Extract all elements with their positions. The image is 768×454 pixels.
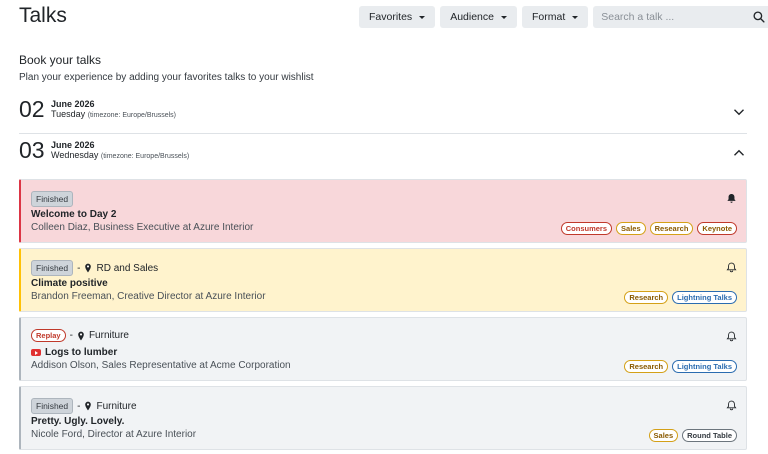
- talk-card-pretty-ugly[interactable]: Finished - Furniture Pretty. Ugly. Lovel…: [19, 386, 747, 450]
- favorites-label: Favorites: [369, 11, 413, 23]
- audience-label: Audience: [450, 11, 494, 23]
- search-icon[interactable]: [753, 11, 765, 23]
- talk-meta: Replay - Furniture: [31, 329, 129, 342]
- day-weekday: Wednesday (timezone: Europe/Brussels): [51, 150, 189, 160]
- day-number: 03: [19, 137, 45, 163]
- search-box: [593, 6, 768, 28]
- talk-speaker: Nicole Ford, Director at Azure Interior: [31, 429, 197, 440]
- format-dropdown[interactable]: Format: [521, 6, 589, 28]
- timezone-label: (timezone: Europe/Brussels): [87, 112, 177, 119]
- tag-list: Sales Round Table: [648, 429, 737, 442]
- tag[interactable]: Sales: [648, 429, 679, 442]
- bell-outline-icon[interactable]: [726, 331, 737, 342]
- bell-filled-icon[interactable]: [726, 193, 737, 204]
- replay-badge: Replay: [31, 329, 66, 342]
- page-title: Talks: [19, 4, 67, 27]
- talk-title[interactable]: Welcome to Day 2: [31, 209, 116, 220]
- filter-toolbar: Favorites Audience Format: [359, 6, 768, 28]
- status-badge: Finished: [31, 398, 74, 414]
- weekday-label: Tuesday: [51, 109, 86, 119]
- youtube-icon: [31, 349, 41, 356]
- search-input[interactable]: [593, 6, 768, 28]
- talk-meta: Finished - RD and Sales: [31, 260, 158, 276]
- talk-meta: Finished: [31, 191, 74, 207]
- talk-speaker: Colleen Diaz, Business Executive at Azur…: [31, 222, 254, 233]
- status-badge: Finished: [31, 191, 74, 207]
- talk-title-text: Welcome to Day 2: [31, 209, 117, 220]
- chevron-up-icon[interactable]: [733, 147, 745, 159]
- talk-speaker: Addison Olson, Sales Representative at A…: [31, 360, 291, 371]
- talk-title[interactable]: Climate positive: [31, 278, 108, 289]
- day-month: June 2026: [51, 99, 95, 109]
- talk-title[interactable]: Pretty. Ugly. Lovely.: [31, 416, 124, 427]
- book-talks-title: Book your talks: [19, 53, 102, 67]
- tag[interactable]: Research: [624, 291, 669, 304]
- tag[interactable]: Lightning Talks: [672, 291, 737, 304]
- tag[interactable]: Lightning Talks: [672, 360, 737, 373]
- caret-down-icon: [419, 15, 426, 19]
- separator: -: [77, 400, 81, 412]
- talk-title-text: Pretty. Ugly. Lovely.: [31, 416, 125, 427]
- talk-card-logs[interactable]: Replay - Furniture Logs to lumber Addiso…: [19, 317, 747, 381]
- map-pin-icon: [85, 263, 92, 273]
- tag[interactable]: Keynote: [697, 222, 737, 235]
- tag[interactable]: Research: [624, 360, 669, 373]
- caret-down-icon: [500, 15, 507, 19]
- separator: -: [77, 262, 81, 274]
- tag[interactable]: Round Table: [682, 429, 737, 442]
- favorites-dropdown[interactable]: Favorites: [359, 6, 436, 28]
- tag-list: Research Lightning Talks: [624, 291, 737, 304]
- tag-list: Consumers Sales Research Keynote: [560, 222, 737, 235]
- timezone-label: (timezone: Europe/Brussels): [100, 153, 190, 160]
- weekday-label: Wednesday: [51, 150, 99, 160]
- tag[interactable]: Consumers: [560, 222, 613, 235]
- bell-outline-icon[interactable]: [726, 262, 737, 273]
- talk-title[interactable]: Logs to lumber: [31, 347, 117, 358]
- map-pin-icon: [78, 331, 84, 340]
- talk-title-text: Logs to lumber: [45, 347, 118, 358]
- tag-list: Research Lightning Talks: [624, 360, 737, 373]
- day-weekday: Tuesday (timezone: Europe/Brussels): [51, 109, 176, 119]
- chevron-down-icon[interactable]: [733, 106, 745, 118]
- talk-card-welcome[interactable]: Finished Welcome to Day 2 Colleen Diaz, …: [19, 179, 747, 243]
- day-row-03[interactable]: 03 June 2026 Wednesday (timezone: Europe…: [19, 135, 747, 175]
- tag[interactable]: Sales: [616, 222, 646, 235]
- talk-location: Furniture: [96, 400, 137, 412]
- day-number: 02: [19, 96, 45, 122]
- talk-card-climate[interactable]: Finished - RD and Sales Climate positive…: [19, 248, 747, 312]
- separator: -: [69, 330, 73, 341]
- map-pin-icon: [85, 401, 92, 411]
- day-month: June 2026: [51, 140, 95, 150]
- bell-outline-icon[interactable]: [726, 400, 737, 411]
- caret-down-icon: [572, 15, 579, 19]
- talk-location: Furniture: [88, 330, 129, 341]
- book-talks-subtitle: Plan your experience by adding your favo…: [19, 72, 314, 83]
- talk-meta: Finished - Furniture: [31, 398, 137, 414]
- status-badge: Finished: [31, 260, 74, 276]
- format-label: Format: [531, 11, 566, 23]
- tag[interactable]: Research: [649, 222, 694, 235]
- talk-location: RD and Sales: [96, 262, 159, 274]
- talk-title-text: Climate positive: [31, 278, 108, 289]
- audience-dropdown[interactable]: Audience: [440, 6, 517, 28]
- talk-speaker: Brandon Freeman, Creative Director at Az…: [31, 291, 266, 302]
- day-row-02[interactable]: 02 June 2026 Tuesday (timezone: Europe/B…: [19, 94, 747, 134]
